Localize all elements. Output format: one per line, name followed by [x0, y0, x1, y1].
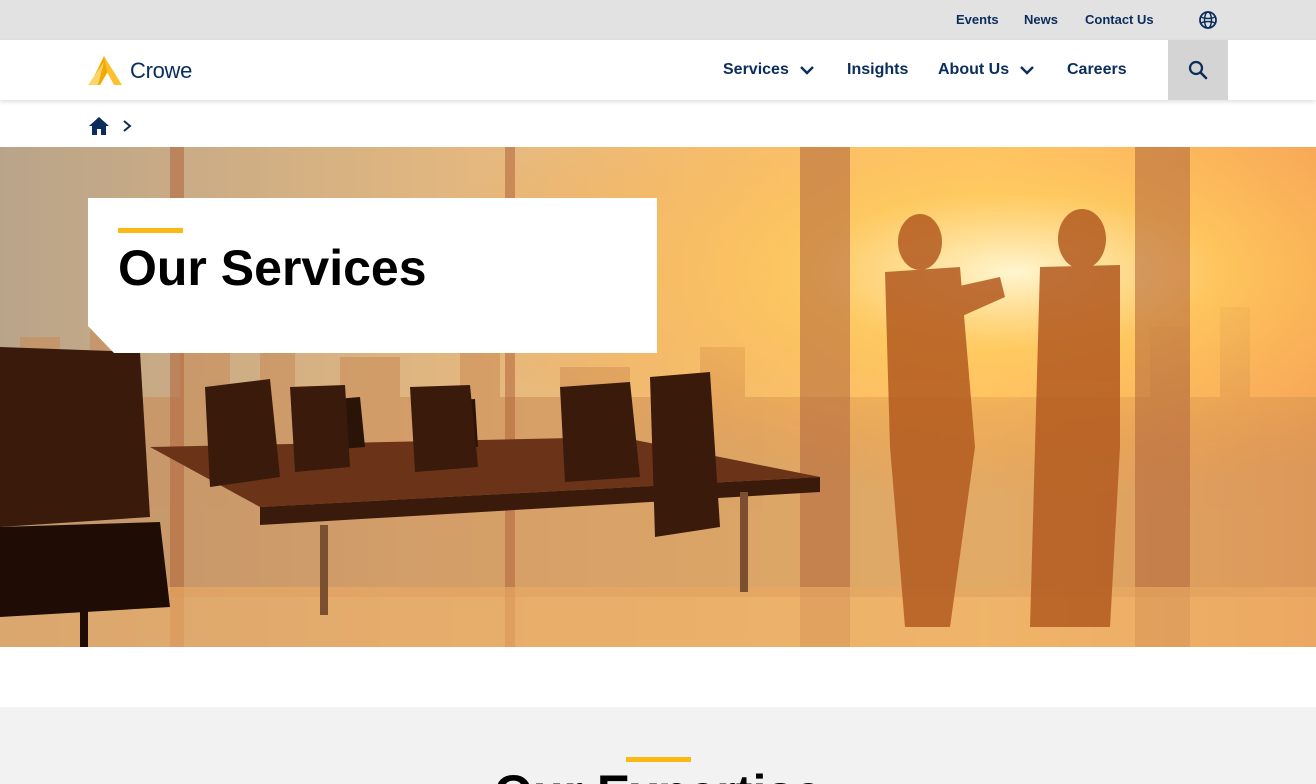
page-title: Our Services	[118, 240, 427, 296]
globe-icon[interactable]	[1198, 10, 1218, 30]
search-icon	[1188, 60, 1208, 80]
chevron-down-icon	[799, 66, 814, 75]
hero-accent-bar	[118, 228, 183, 233]
expertise-accent-bar	[626, 757, 691, 762]
nav-item-label: Careers	[1067, 61, 1127, 78]
nav-item-insights[interactable]: Insights	[847, 60, 908, 80]
nav-item-services[interactable]: Services	[723, 60, 815, 80]
crowe-logo-mark-icon	[88, 56, 122, 85]
chevron-down-icon	[1020, 66, 1034, 75]
nav-item-label: Insights	[847, 61, 909, 78]
expertise-section: Our Expertise	[0, 707, 1316, 784]
expertise-heading: Our Expertise	[0, 765, 1316, 784]
nav-item-careers[interactable]: Careers	[1067, 60, 1127, 80]
nav-item-label: About Us	[938, 61, 1010, 78]
utility-bar: Events News Contact Us	[0, 0, 1316, 40]
breadcrumb	[88, 114, 134, 138]
utility-link-news[interactable]: News	[1024, 12, 1058, 28]
search-button[interactable]	[1168, 40, 1228, 100]
main-header: Crowe Services Insights About Us Careers	[0, 40, 1316, 100]
hero-title-card: Our Services	[88, 198, 657, 353]
hero-banner: Our Services	[0, 147, 1316, 647]
nav-item-about-us[interactable]: About Us	[938, 60, 1035, 80]
utility-link-events[interactable]: Events	[956, 12, 999, 28]
home-icon[interactable]	[88, 115, 110, 137]
crowe-logo-text: Crowe	[130, 58, 193, 83]
crowe-logo[interactable]: Crowe	[88, 54, 198, 88]
chevron-right-icon	[123, 120, 132, 132]
nav-item-label: Services	[723, 61, 789, 78]
utility-link-contact-us[interactable]: Contact Us	[1085, 12, 1154, 28]
